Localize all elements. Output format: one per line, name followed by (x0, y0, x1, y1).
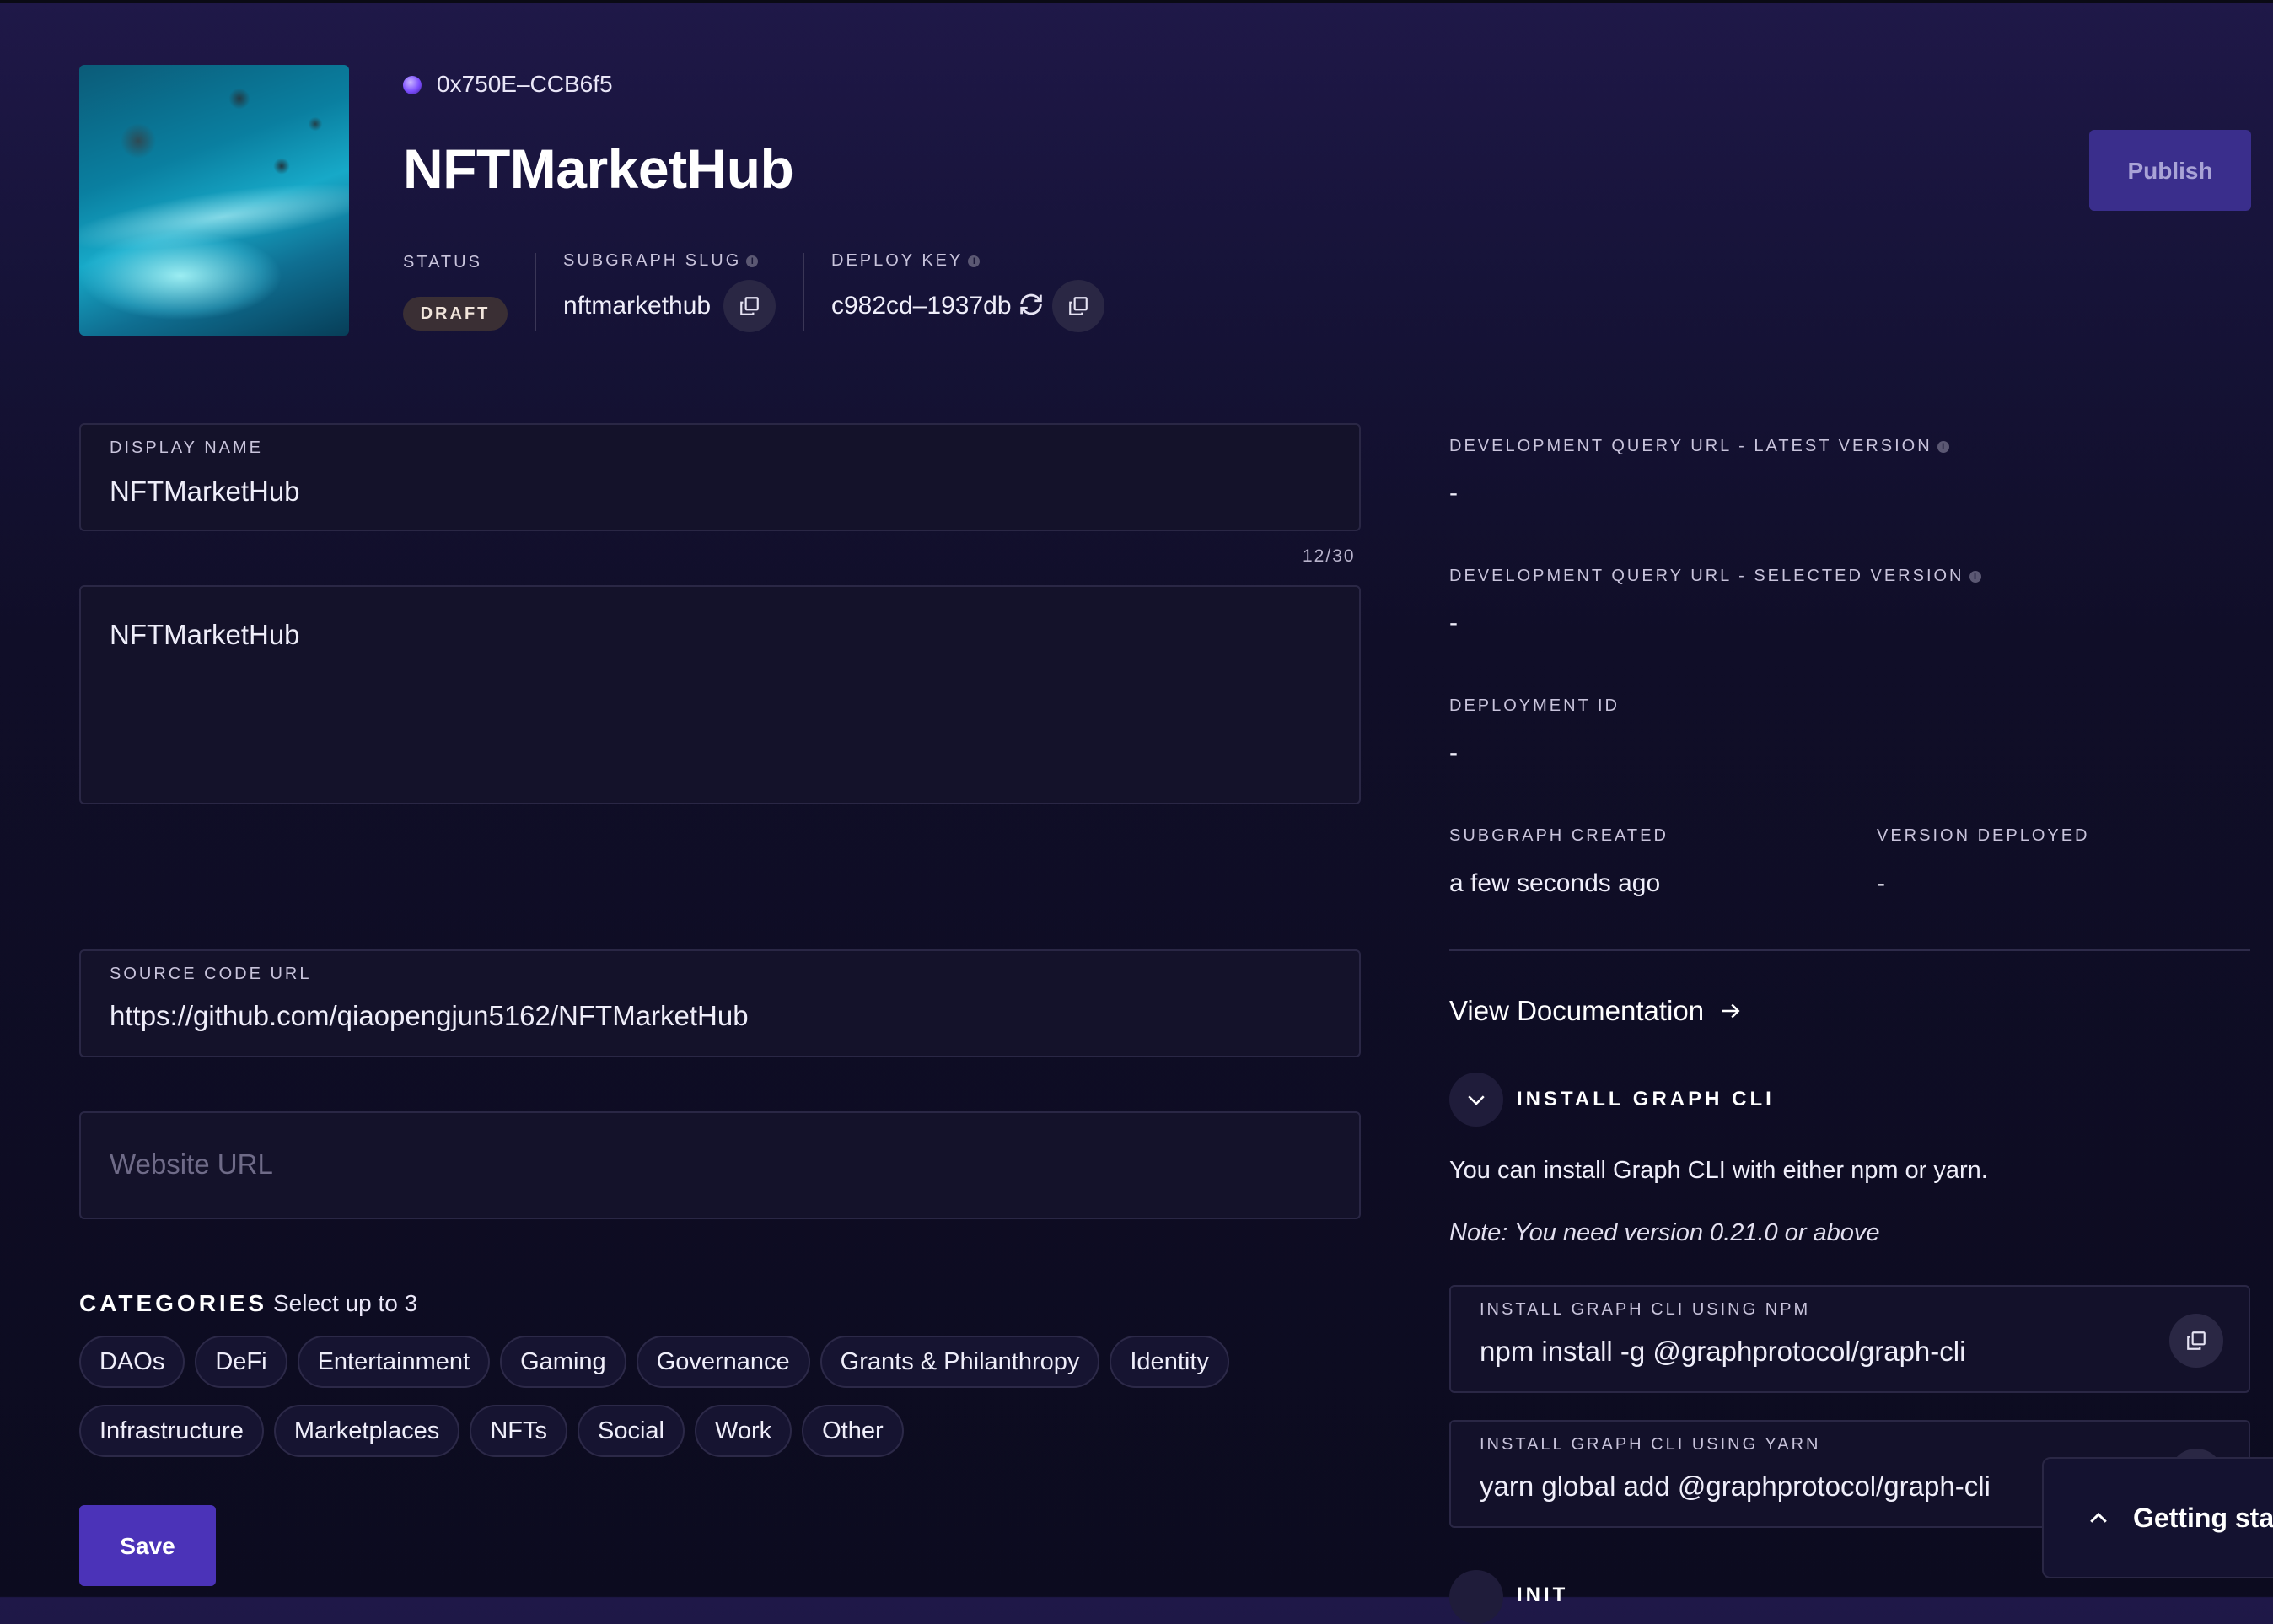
character-counter: 12/30 (1303, 546, 1356, 566)
status-label: STATUS (403, 253, 482, 272)
display-name-label: DISPLAY NAME (110, 438, 263, 457)
arrow-right-icon (1722, 1003, 1740, 1019)
subgraph-created-value: a few seconds ago (1449, 869, 1661, 897)
install-cli-section-title: INSTALL GRAPH CLI (1517, 1088, 1775, 1110)
version-deployed-value: - (1877, 869, 1885, 897)
yarn-install-label: INSTALL GRAPH CLI USING YARN (1480, 1435, 1821, 1454)
category-chip-entertainment[interactable]: Entertainment (297, 1336, 491, 1388)
copy-icon (740, 297, 759, 315)
npm-install-command[interactable]: npm install -g @graphprotocol/graph-cli (1480, 1336, 1965, 1368)
divider (1449, 949, 2250, 951)
website-url-field[interactable]: Website URL (79, 1111, 1361, 1219)
source-code-url-label: SOURCE CODE URL (110, 965, 312, 983)
divider (803, 253, 804, 331)
dev-query-url-selected-value: - (1449, 609, 1458, 637)
refresh-deploy-key-button[interactable] (1017, 290, 1045, 319)
categories-hint: Select up to 3 (273, 1290, 418, 1316)
category-chip-work[interactable]: Work (694, 1405, 793, 1457)
category-chip-infrastructure[interactable]: Infrastructure (79, 1405, 264, 1457)
copy-npm-command-button[interactable] (2169, 1314, 2223, 1368)
copy-icon (2187, 1331, 2206, 1350)
window-top-border (0, 0, 2273, 3)
getting-started-label: Getting sta (2133, 1503, 2273, 1533)
copy-deploy-key-button[interactable] (1052, 280, 1104, 332)
install-cli-toggle[interactable] (1449, 1073, 1503, 1127)
deployment-id-label: DEPLOYMENT ID (1449, 696, 1620, 715)
version-deployed-label: VERSION DEPLOYED (1877, 826, 2090, 845)
display-name-field[interactable]: DISPLAY NAME NFTMarketHub (79, 423, 1361, 531)
category-chip-gaming[interactable]: Gaming (500, 1336, 626, 1388)
copy-icon (1069, 297, 1088, 315)
category-chip-other[interactable]: Other (802, 1405, 904, 1457)
dev-query-url-latest-value: - (1449, 479, 1458, 507)
category-chip-identity[interactable]: Identity (1110, 1336, 1229, 1388)
subgraph-cover-image (79, 65, 349, 336)
status-badge: DRAFT (403, 297, 508, 331)
page-title: NFTMarketHub (403, 137, 794, 200)
view-documentation-link[interactable]: View Documentation (1449, 995, 1744, 1027)
wallet-avatar (403, 76, 422, 94)
publish-button[interactable]: Publish (2089, 130, 2251, 211)
info-icon[interactable]: i (1937, 441, 1949, 453)
display-name-input[interactable]: NFTMarketHub (110, 476, 300, 508)
chevron-down-icon (1468, 1095, 1485, 1105)
info-icon[interactable]: i (968, 255, 981, 267)
install-cli-note: Note: You need version 0.21.0 or above (1449, 1219, 1880, 1246)
description-field[interactable]: NFTMarketHub (79, 585, 1361, 804)
copy-slug-button[interactable] (723, 280, 776, 332)
dev-query-url-latest-label: DEVELOPMENT QUERY URL - LATEST VERSION i (1449, 437, 1949, 456)
category-chip-grants[interactable]: Grants & Philanthropy (819, 1336, 1100, 1388)
category-chip-nfts[interactable]: NFTs (470, 1405, 567, 1457)
npm-install-box: INSTALL GRAPH CLI USING NPM npm install … (1449, 1285, 2250, 1393)
getting-started-widget[interactable]: Getting sta (2042, 1457, 2273, 1578)
init-section-title: INIT (1517, 1584, 1569, 1606)
source-code-url-field[interactable]: SOURCE CODE URL https://github.com/qiaop… (79, 949, 1361, 1057)
category-chips: DAOs DeFi Entertainment Gaming Governanc… (79, 1336, 1327, 1457)
deploy-key-value: c982cd–1937db (831, 292, 1012, 320)
category-chip-daos[interactable]: DAOs (79, 1336, 185, 1388)
category-chip-marketplaces[interactable]: Marketplaces (273, 1405, 460, 1457)
category-chip-social[interactable]: Social (577, 1405, 685, 1457)
npm-install-label: INSTALL GRAPH CLI USING NPM (1480, 1300, 1811, 1319)
view-documentation-label: View Documentation (1449, 995, 1705, 1026)
divider (535, 253, 536, 331)
refresh-icon (1020, 293, 1042, 315)
source-code-url-input[interactable]: https://github.com/qiaopengjun5162/NFTMa… (110, 1000, 749, 1032)
yarn-install-command[interactable]: yarn global add @graphprotocol/graph-cli (1480, 1471, 1991, 1503)
deploy-key-label: DEPLOY KEY i (831, 251, 981, 271)
init-section-toggle[interactable] (1449, 1570, 1503, 1624)
info-icon[interactable]: i (746, 255, 759, 267)
install-cli-description: You can install Graph CLI with either np… (1449, 1157, 1988, 1184)
subgraph-slug-value: nftmarkethub (563, 292, 712, 320)
chevron-up-icon (2090, 1512, 2107, 1523)
owner-address[interactable]: 0x750E–CCB6f5 (437, 71, 613, 98)
deployment-id-value: - (1449, 739, 1458, 766)
dev-query-url-selected-label: DEVELOPMENT QUERY URL - SELECTED VERSION… (1449, 567, 1981, 586)
info-icon[interactable]: i (1969, 571, 1981, 583)
category-chip-governance[interactable]: Governance (636, 1336, 810, 1388)
categories-heading: CATEGORIES (79, 1290, 268, 1316)
category-chip-defi[interactable]: DeFi (195, 1336, 287, 1388)
save-button[interactable]: Save (79, 1505, 216, 1586)
description-textarea[interactable]: NFTMarketHub (110, 619, 300, 651)
website-url-input[interactable]: Website URL (110, 1148, 273, 1180)
subgraph-created-label: SUBGRAPH CREATED (1449, 826, 1668, 845)
subgraph-slug-label: SUBGRAPH SLUG i (563, 251, 759, 271)
